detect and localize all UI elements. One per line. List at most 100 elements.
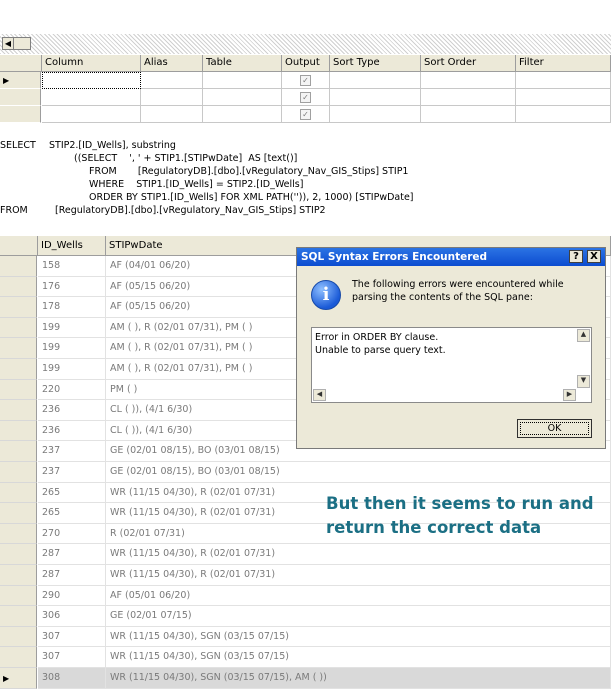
- result-cell-stipwdate[interactable]: WR (11/15 04/30), SGN (03/15 07/15), AM …: [106, 668, 611, 689]
- scroll-right-icon[interactable]: ▶: [563, 389, 576, 401]
- result-cell-stipwdate[interactable]: GE (02/01 07/15): [106, 606, 611, 627]
- result-row-header[interactable]: [0, 359, 37, 380]
- criteria-header-sort-order[interactable]: Sort Order: [421, 55, 516, 72]
- criteria-cell[interactable]: [203, 106, 282, 123]
- criteria-cell[interactable]: [330, 72, 421, 89]
- criteria-cell[interactable]: [421, 106, 516, 123]
- criteria-row-header[interactable]: [0, 106, 41, 123]
- result-cell-id-wells[interactable]: 237: [38, 462, 106, 483]
- result-cell-id-wells[interactable]: 308: [38, 668, 106, 689]
- results-header-id-wells[interactable]: ID_Wells: [38, 236, 106, 256]
- criteria-cell[interactable]: [421, 89, 516, 106]
- scroll-up-icon[interactable]: ▲: [577, 329, 590, 342]
- result-row-header[interactable]: [0, 586, 37, 606]
- help-button[interactable]: ?: [569, 250, 583, 263]
- criteria-row-header[interactable]: [0, 89, 41, 106]
- sql-keyword: FROM: [0, 205, 28, 216]
- criteria-cell[interactable]: [330, 89, 421, 106]
- criteria-cell[interactable]: ✓: [282, 106, 330, 123]
- criteria-cell[interactable]: [203, 72, 282, 89]
- criteria-cell[interactable]: ✓: [282, 72, 330, 89]
- result-cell-id-wells[interactable]: 199: [38, 359, 106, 380]
- result-cell-stipwdate[interactable]: WR (11/15 04/30), SGN (03/15 07/15): [106, 647, 611, 668]
- result-cell-stipwdate[interactable]: AF (05/01 06/20): [106, 586, 611, 606]
- criteria-cell[interactable]: [421, 72, 516, 89]
- criteria-cell[interactable]: [42, 89, 141, 106]
- result-cell-id-wells[interactable]: 176: [38, 277, 106, 297]
- result-row-header[interactable]: [0, 524, 37, 544]
- output-checkbox[interactable]: ✓: [300, 75, 311, 86]
- result-cell-id-wells[interactable]: 178: [38, 297, 106, 318]
- result-cell-stipwdate[interactable]: WR (11/15 04/30), SGN (03/15 07/15): [106, 627, 611, 647]
- result-row-header[interactable]: [0, 338, 37, 359]
- result-cell-id-wells[interactable]: 199: [38, 318, 106, 338]
- result-cell-stipwdate[interactable]: GE (02/01 08/15), BO (03/01 08/15): [106, 462, 611, 483]
- result-cell-id-wells[interactable]: 307: [38, 627, 106, 647]
- result-cell-id-wells[interactable]: 220: [38, 380, 106, 400]
- criteria-header-table[interactable]: Table: [203, 55, 282, 72]
- result-cell-id-wells[interactable]: 265: [38, 503, 106, 524]
- criteria-header-alias[interactable]: Alias: [141, 55, 203, 72]
- result-row-header[interactable]: ▶: [0, 668, 37, 689]
- result-row-header[interactable]: [0, 462, 37, 483]
- result-cell-stipwdate[interactable]: WR (11/15 04/30), R (02/01 07/31): [106, 544, 611, 565]
- result-row-header[interactable]: [0, 441, 37, 462]
- result-row-header[interactable]: [0, 483, 37, 503]
- result-cell-id-wells[interactable]: 236: [38, 400, 106, 421]
- criteria-header-filter[interactable]: Filter: [516, 55, 611, 72]
- sql-text: STIP2.[ID_Wells], substring: [49, 140, 176, 151]
- criteria-cell[interactable]: ✓: [282, 89, 330, 106]
- result-row-header[interactable]: [0, 647, 37, 668]
- criteria-cell[interactable]: [141, 106, 203, 123]
- info-icon: i: [311, 280, 341, 310]
- result-cell-id-wells[interactable]: 306: [38, 606, 106, 627]
- result-row-header[interactable]: [0, 256, 37, 277]
- criteria-cell[interactable]: [330, 106, 421, 123]
- result-row-header[interactable]: [0, 544, 37, 565]
- result-row-header[interactable]: [0, 421, 37, 441]
- result-cell-id-wells[interactable]: 270: [38, 524, 106, 544]
- result-row-header[interactable]: [0, 277, 37, 297]
- criteria-cell[interactable]: [141, 89, 203, 106]
- result-cell-id-wells[interactable]: 265: [38, 483, 106, 503]
- result-row-header[interactable]: [0, 318, 37, 338]
- result-row-header[interactable]: [0, 565, 37, 586]
- scroll-thumb[interactable]: [13, 37, 31, 50]
- result-cell-stipwdate[interactable]: WR (11/15 04/30), R (02/01 07/31): [106, 565, 611, 586]
- criteria-cell[interactable]: [516, 72, 611, 89]
- criteria-cell[interactable]: [42, 72, 141, 89]
- output-checkbox[interactable]: ✓: [300, 92, 311, 103]
- result-cell-id-wells[interactable]: 236: [38, 421, 106, 441]
- criteria-cell[interactable]: [141, 72, 203, 89]
- ok-button[interactable]: OK: [517, 419, 592, 438]
- result-row-header[interactable]: [0, 606, 37, 627]
- scroll-left-icon[interactable]: ◀: [313, 389, 326, 401]
- result-cell-id-wells[interactable]: 307: [38, 647, 106, 668]
- result-row-header[interactable]: [0, 503, 37, 524]
- criteria-header-sort-type[interactable]: Sort Type: [330, 55, 421, 72]
- result-cell-id-wells[interactable]: 287: [38, 565, 106, 586]
- sql-keyword: SELECT: [0, 140, 36, 151]
- sql-text: ((SELECT ', ' + STIP1.[STIPwDate] AS [te…: [74, 153, 298, 164]
- criteria-header-column[interactable]: Column: [42, 55, 141, 72]
- result-row-header[interactable]: [0, 380, 37, 400]
- output-checkbox[interactable]: ✓: [300, 109, 311, 120]
- result-cell-id-wells[interactable]: 287: [38, 544, 106, 565]
- result-cell-id-wells[interactable]: 290: [38, 586, 106, 606]
- criteria-header-output[interactable]: Output: [282, 55, 330, 72]
- criteria-cell[interactable]: [516, 106, 611, 123]
- result-row-header[interactable]: [0, 627, 37, 647]
- result-cell-id-wells[interactable]: 237: [38, 441, 106, 462]
- criteria-cell[interactable]: [203, 89, 282, 106]
- criteria-cell[interactable]: [516, 89, 611, 106]
- annotation-text: But then it seems to run and return the …: [326, 494, 594, 537]
- close-button[interactable]: X: [587, 250, 601, 263]
- criteria-row-header[interactable]: ▶: [0, 72, 41, 89]
- sql-pane[interactable]: SELECT STIP2.[ID_Wells], substring ((SEL…: [0, 136, 611, 231]
- result-row-header[interactable]: [0, 297, 37, 318]
- result-cell-id-wells[interactable]: 158: [38, 256, 106, 277]
- scroll-down-icon[interactable]: ▼: [577, 375, 590, 388]
- result-cell-id-wells[interactable]: 199: [38, 338, 106, 359]
- result-row-header[interactable]: [0, 400, 37, 421]
- criteria-cell[interactable]: [42, 106, 141, 123]
